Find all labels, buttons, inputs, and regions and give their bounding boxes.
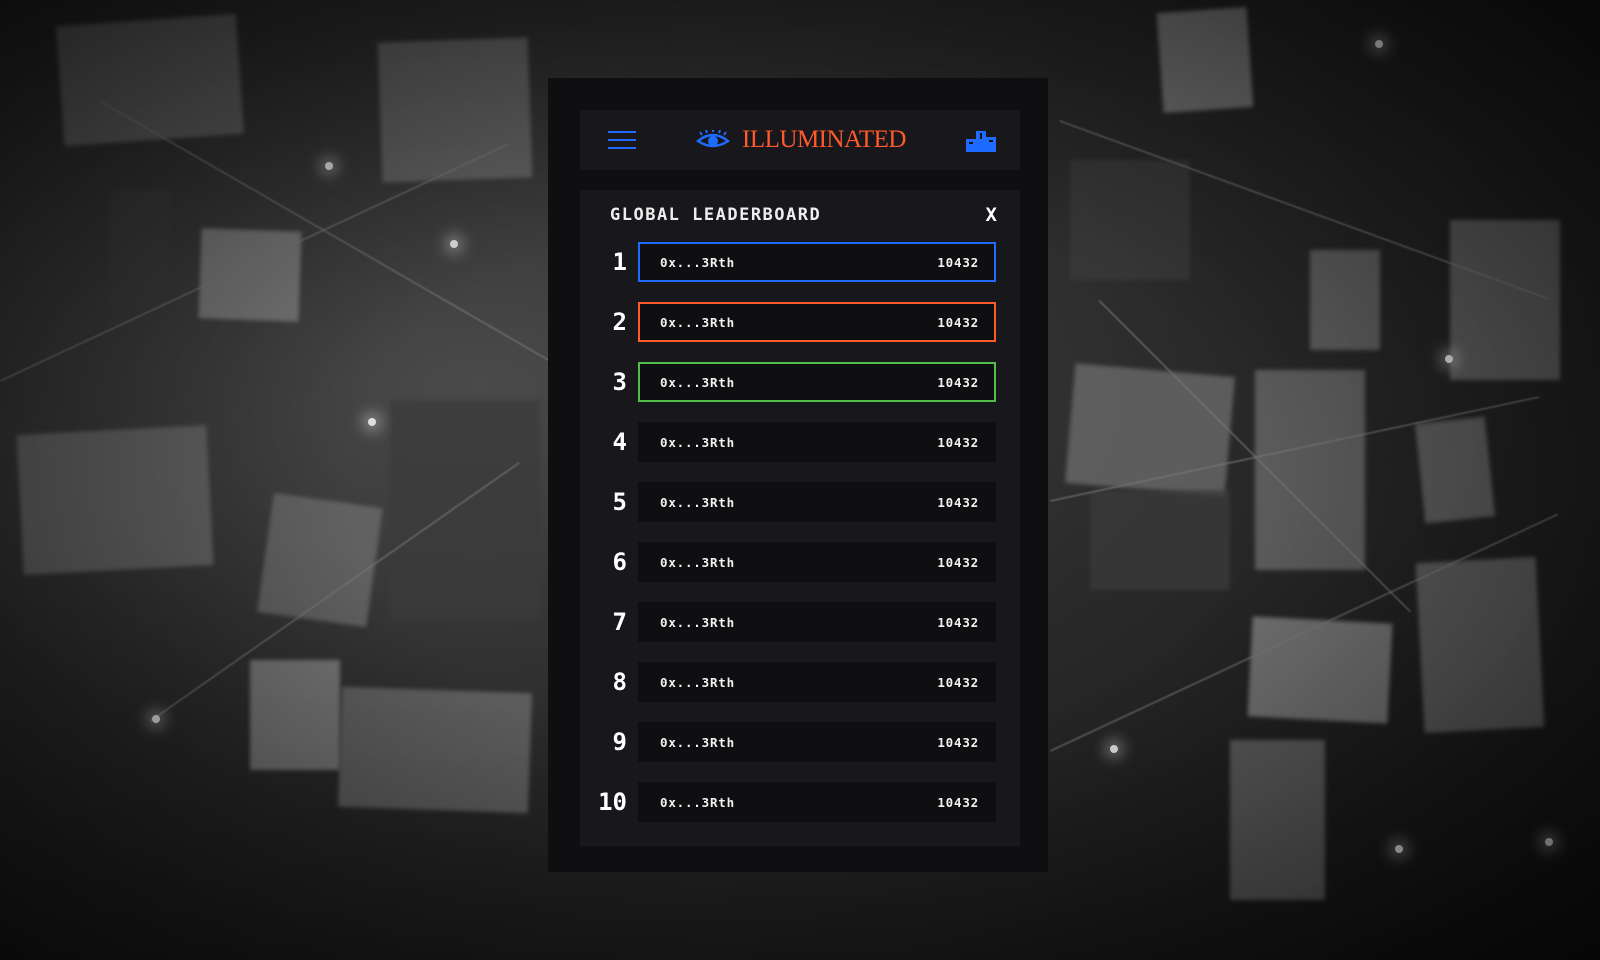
score: 10432 (937, 254, 979, 270)
wallet-address: 0x...3Rth (660, 734, 735, 750)
leaderboard-row-4: 4 0x...3Rth 10432 (580, 422, 1020, 462)
rank-number: 8 (612, 668, 627, 696)
wallet-address: 0x...3Rth (660, 614, 735, 630)
leaderboard-row-6: 6 0x...3Rth 10432 (580, 542, 1020, 582)
leaderboard-card: GLOBAL LEADERBOARD X 1 0x...3Rth 10432 2… (580, 190, 1020, 846)
score: 10432 (937, 734, 979, 750)
leaderboard-row-8: 8 0x...3Rth 10432 (580, 662, 1020, 702)
close-button[interactable]: X (986, 204, 997, 226)
podium-icon[interactable] (965, 128, 996, 152)
logo: ILLUMINATED (696, 126, 906, 154)
wallet-address: 0x...3Rth (660, 434, 735, 450)
leaderboard-entry[interactable]: 0x...3Rth 10432 (638, 302, 996, 342)
leaderboard-entry[interactable]: 0x...3Rth 10432 (638, 422, 996, 462)
rank-number: 4 (612, 428, 627, 456)
leaderboard-row-10: 10 0x...3Rth 10432 (580, 782, 1020, 822)
leaderboard-entry[interactable]: 0x...3Rth 10432 (638, 482, 996, 522)
wallet-address: 0x...3Rth (660, 374, 735, 390)
score: 10432 (937, 614, 979, 630)
wallet-address: 0x...3Rth (660, 254, 735, 270)
leaderboard-list: 1 0x...3Rth 10432 2 0x...3Rth 10432 3 0x… (580, 242, 1020, 842)
score: 10432 (937, 434, 979, 450)
rank-number: 1 (612, 248, 627, 276)
leaderboard-entry[interactable]: 0x...3Rth 10432 (638, 362, 996, 402)
leaderboard-entry[interactable]: 0x...3Rth 10432 (638, 782, 996, 822)
header-bar: ILLUMINATED (580, 110, 1020, 170)
rank-number: 6 (612, 548, 627, 576)
leaderboard-row-5: 5 0x...3Rth 10432 (580, 482, 1020, 522)
leaderboard-row-7: 7 0x...3Rth 10432 (580, 602, 1020, 642)
leaderboard-entry[interactable]: 0x...3Rth 10432 (638, 242, 996, 282)
rank-number: 7 (612, 608, 627, 636)
hamburger-menu-icon[interactable] (608, 131, 636, 149)
rank-number: 3 (612, 368, 627, 396)
leaderboard-entry[interactable]: 0x...3Rth 10432 (638, 662, 996, 702)
score: 10432 (937, 674, 979, 690)
leaderboard-entry[interactable]: 0x...3Rth 10432 (638, 602, 996, 642)
rank-number: 9 (612, 728, 627, 756)
score: 10432 (937, 374, 979, 390)
wallet-address: 0x...3Rth (660, 554, 735, 570)
leaderboard-entry[interactable]: 0x...3Rth 10432 (638, 722, 996, 762)
leaderboard-row-1: 1 0x...3Rth 10432 (580, 242, 1020, 282)
leaderboard-row-3: 3 0x...3Rth 10432 (580, 362, 1020, 402)
score: 10432 (937, 314, 979, 330)
rank-number: 2 (612, 308, 627, 336)
leaderboard-row-9: 9 0x...3Rth 10432 (580, 722, 1020, 762)
score: 10432 (937, 554, 979, 570)
score: 10432 (937, 494, 979, 510)
wallet-address: 0x...3Rth (660, 314, 735, 330)
leaderboard-title: GLOBAL LEADERBOARD (610, 205, 822, 225)
score: 10432 (937, 794, 979, 810)
wallet-address: 0x...3Rth (660, 794, 735, 810)
wallet-address: 0x...3Rth (660, 494, 735, 510)
leaderboard-modal: ILLUMINATED GLOBAL LEADERBOARD X 1 0x...… (548, 78, 1048, 872)
eye-icon (696, 130, 731, 148)
rank-number: 10 (598, 788, 627, 816)
wallet-address: 0x...3Rth (660, 674, 735, 690)
rank-number: 5 (612, 488, 627, 516)
logo-text: ILLUMINATED (742, 126, 906, 153)
leaderboard-entry[interactable]: 0x...3Rth 10432 (638, 542, 996, 582)
leaderboard-row-2: 2 0x...3Rth 10432 (580, 302, 1020, 342)
